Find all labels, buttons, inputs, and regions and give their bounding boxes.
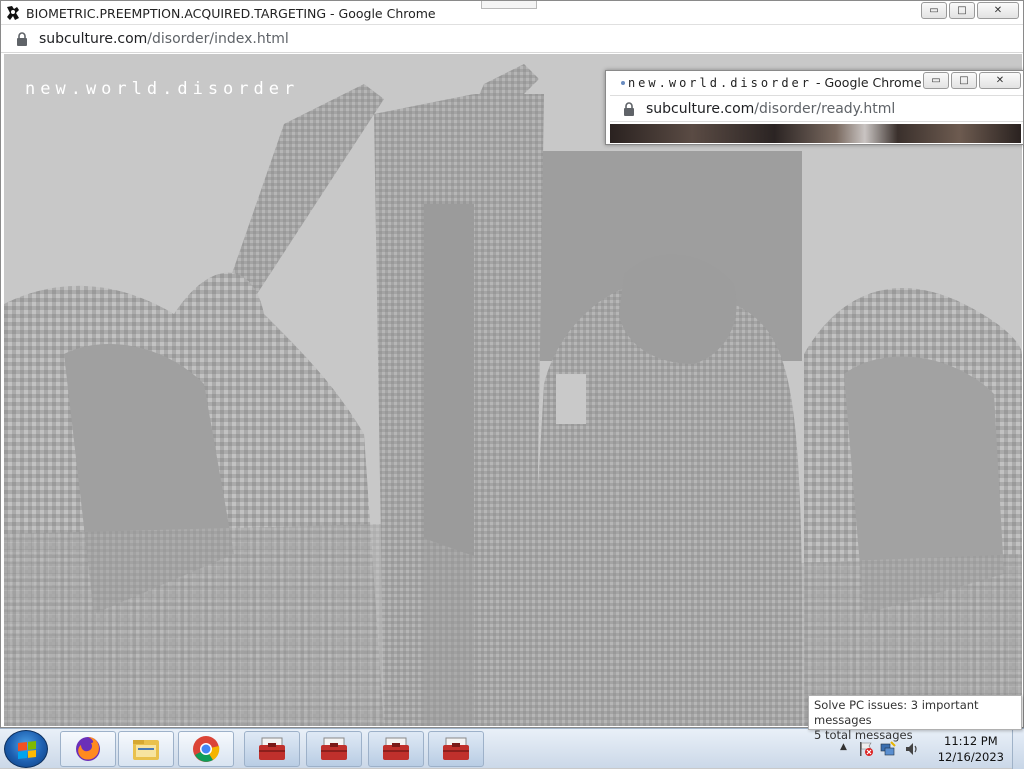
maximize-icon: □: [957, 5, 967, 16]
taskbar-item-chrome[interactable]: [178, 731, 234, 767]
maximize-button[interactable]: □: [949, 2, 975, 19]
notification-line-2: 5 total messages: [814, 728, 913, 742]
lock-icon[interactable]: [622, 102, 636, 116]
taskbar-item-app-1[interactable]: [244, 731, 300, 767]
close-icon: ✕: [995, 75, 1005, 86]
popup-window-controls: ▭ □ ✕: [923, 72, 1021, 89]
close-button[interactable]: ✕: [977, 2, 1019, 19]
popup-title-suffix: - Google Chrome: [812, 75, 922, 90]
taskbar-item-app-4[interactable]: [428, 731, 484, 767]
popup-url-text[interactable]: subculture.com/disorder/ready.html: [646, 101, 895, 117]
folder-icon: [133, 740, 159, 760]
notification-line-1: Solve PC issues: 3 important messages: [814, 698, 979, 727]
lock-icon[interactable]: [15, 32, 29, 46]
show-hidden-icons-button[interactable]: ▲: [840, 742, 847, 752]
toolbox-icon: [383, 737, 409, 760]
page-viewport: new.world.disorder: [4, 54, 1022, 726]
taskbar-item-firefox[interactable]: [60, 731, 116, 767]
firefox-icon: [76, 737, 100, 761]
tab-strip-notch[interactable]: [481, 1, 537, 9]
minimize-icon: ▭: [929, 5, 939, 16]
notification-balloon[interactable]: Solve PC issues: 3 important messages 5 …: [808, 695, 1022, 742]
minimize-icon: ▭: [931, 75, 941, 86]
popup-maximize-button[interactable]: □: [951, 72, 977, 89]
tab-favicon-icon: [5, 5, 21, 21]
taskbar-item-file-explorer[interactable]: [118, 731, 174, 767]
popup-address-bar[interactable]: subculture.com/disorder/ready.html: [610, 95, 1023, 122]
volume-icon[interactable]: [904, 741, 920, 757]
taskbar-item-app-3[interactable]: [368, 731, 424, 767]
url-text[interactable]: subculture.com/disorder/index.html: [39, 31, 289, 47]
clock-date: 12/16/2023: [937, 750, 1004, 764]
window-title: BIOMETRIC.PREEMPTION.ACQUIRED.TARGETING …: [26, 6, 436, 21]
taskbar-item-app-2[interactable]: [306, 731, 362, 767]
close-icon: ✕: [993, 5, 1003, 16]
toolbox-icon: [443, 737, 469, 760]
action-center-flag-icon[interactable]: [858, 741, 874, 757]
popup-window-title: new.world.disorder - Google Chrome: [620, 75, 922, 90]
main-titlebar[interactable]: BIOMETRIC.PREEMPTION.ACQUIRED.TARGETING …: [1, 1, 1023, 25]
popup-browser-window[interactable]: new.world.disorder - Google Chrome ▭ □ ✕…: [605, 70, 1024, 145]
minimize-button[interactable]: ▭: [921, 2, 947, 19]
popup-page-image: [610, 124, 1021, 143]
start-button[interactable]: [4, 730, 48, 768]
toolbox-icon: [259, 737, 285, 760]
popup-url-path: /disorder/ready.html: [754, 101, 896, 117]
windows-logo-icon: [18, 741, 36, 759]
popup-close-button[interactable]: ✕: [979, 72, 1021, 89]
window-controls: ▭ □ ✕: [921, 2, 1019, 19]
chrome-icon: [193, 736, 220, 762]
url-path: /disorder/index.html: [147, 31, 289, 47]
network-icon[interactable]: [880, 741, 896, 757]
popup-minimize-button[interactable]: ▭: [923, 72, 949, 89]
url-host: subculture.com: [39, 31, 148, 47]
address-bar[interactable]: subculture.com/disorder/index.html: [1, 26, 1023, 53]
popup-url-host: subculture.com: [646, 101, 755, 117]
site-title: new.world.disorder: [25, 79, 300, 99]
popup-title-spaced: new.world.disorder: [627, 76, 812, 90]
toolbox-icon: [321, 737, 347, 760]
maximize-icon: □: [959, 75, 969, 86]
background-dithered-image: [4, 54, 1022, 726]
